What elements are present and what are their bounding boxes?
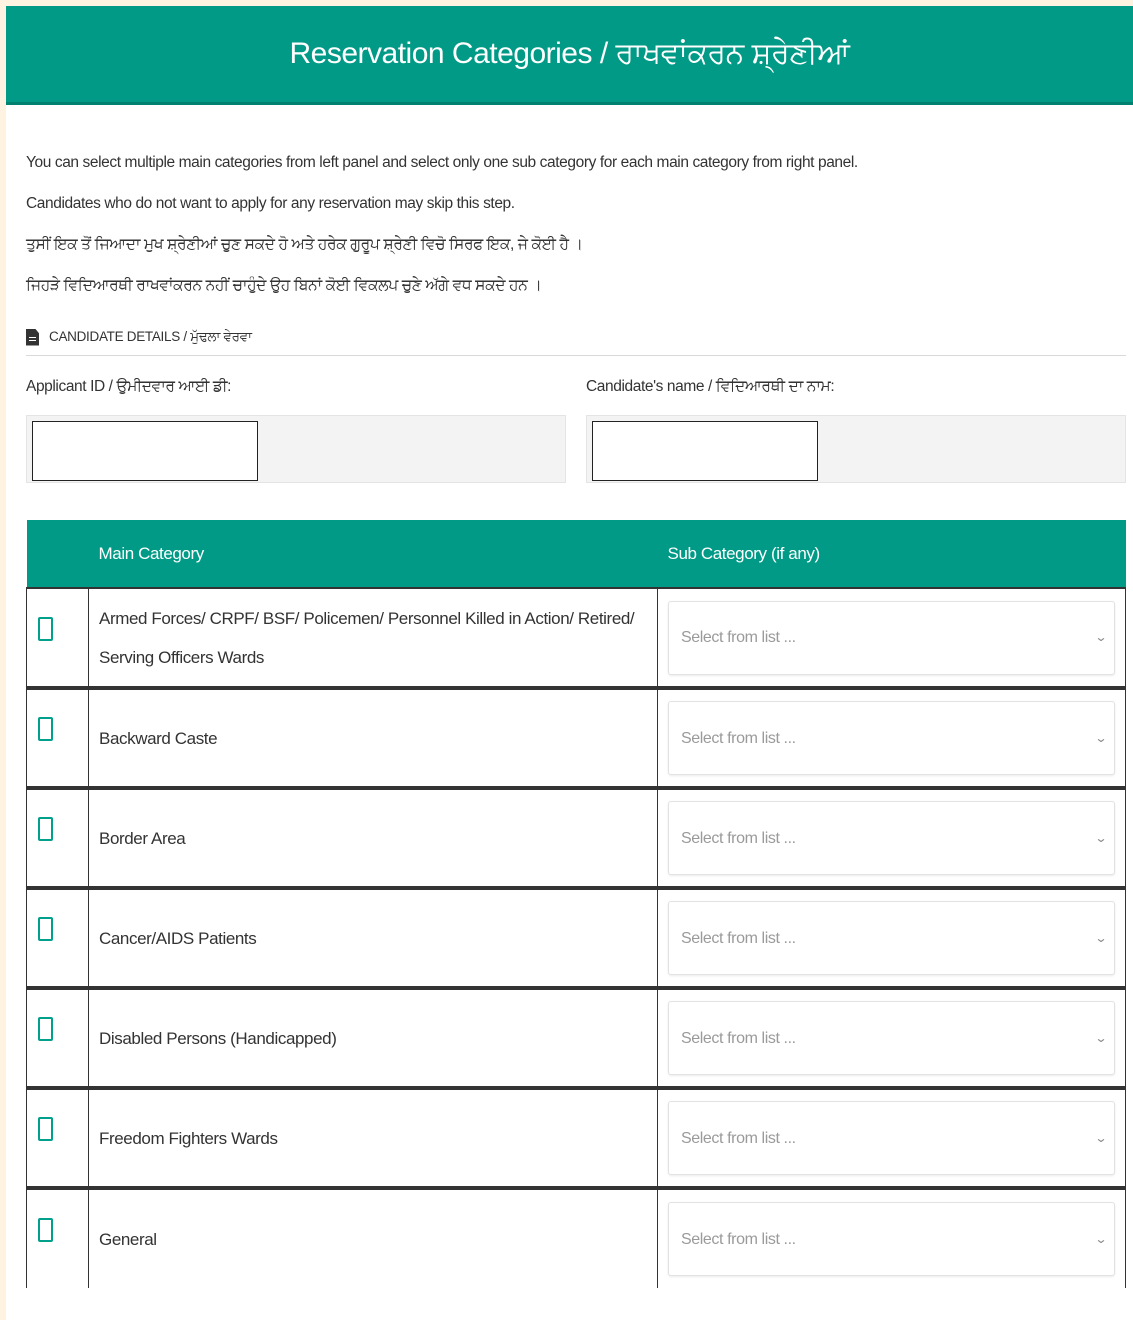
sub-category-cell: Select from list ... ⌄ [657, 988, 1126, 1088]
document-icon [26, 328, 39, 346]
page-title: Reservation Categories / ਰਾਖਵਾਂਕਰਨ ਸ਼੍ਰੇ… [289, 37, 850, 70]
candidate-name-group: Candidate's name / ਵਿਦਿਆਰਥੀ ਦਾ ਨਾਮ: [586, 378, 1126, 483]
table-row: Freedom Fighters Wards Select from list .… [26, 1088, 1126, 1188]
checkbox-cell [26, 588, 89, 688]
applicant-id-group: Applicant ID / ਉਮੀਦਵਾਰ ਆਈ ਡੀ: [26, 378, 566, 483]
category-table: Main Category Sub Category (if any) Arme… [26, 520, 1126, 1288]
main-category-label: Freedom Fighters Wards [88, 1088, 658, 1188]
select-placeholder: Select from list ... [681, 929, 796, 947]
table-row: Armed Forces/ CRPF/ BSF/ Policemen/ Pers… [26, 588, 1126, 688]
sub-category-select[interactable]: Select from list ... ⌄ [668, 901, 1115, 975]
category-checkbox[interactable] [38, 616, 53, 641]
sub-category-select[interactable]: Select from list ... ⌄ [668, 701, 1115, 775]
table-header-row: Main Category Sub Category (if any) [26, 520, 1126, 588]
chevron-down-icon: ⌄ [1094, 730, 1108, 745]
candidate-fields: Applicant ID / ਉਮੀਦਵਾਰ ਆਈ ਡੀ: Candidate'… [26, 378, 1126, 483]
instruction-line-4: ਜਿਹੜੇ ਵਿਦਿਆਰਥੀ ਰਾਖਵਾਂਕਰਨ ਨਹੀਂ ਚਾਹੁੰਦੇ ਉਹ… [26, 277, 542, 294]
chevron-down-icon: ⌄ [1094, 1130, 1108, 1145]
sub-category-cell: Select from list ... ⌄ [657, 888, 1126, 988]
select-placeholder: Select from list ... [681, 629, 796, 646]
candidate-details-title: CANDIDATE DETAILS / ਮੁੱਢਲਾ ਵੇਰਵਾ [49, 329, 252, 344]
table-row: Border Area Select from list ... ⌄ [26, 788, 1126, 888]
table-row: Backward Caste Select from list ... ⌄ [26, 688, 1126, 788]
checkbox-cell [26, 788, 89, 888]
select-placeholder: Select from list ... [681, 829, 796, 847]
main-category-label: Backward Caste [88, 688, 658, 788]
checkbox-cell [26, 888, 89, 988]
candidate-name-input[interactable] [592, 421, 818, 481]
reservation-panel: Reservation Categories / ਰਾਖਵਾਂਕਰਨ ਸ਼੍ਰੇ… [6, 6, 1133, 1320]
instructions: You can select multiple main categories … [26, 149, 1133, 313]
category-checkbox[interactable] [38, 1218, 53, 1242]
instruction-line-2: Candidates who do not want to apply for … [26, 195, 515, 212]
chevron-down-icon: ⌄ [1094, 1231, 1108, 1246]
instruction-line-3: ਤੁਸੀਂ ਇਕ ਤੋਂ ਜਿਆਦਾ ਮੁਖ ਸ਼੍ਰੇਣੀਆਂ ਚੁਣ ਸਕਦ… [26, 236, 583, 253]
category-checkbox[interactable] [38, 817, 53, 841]
table-row: Cancer/AIDS Patients Select from list ...… [26, 888, 1126, 988]
page-header: Reservation Categories / ਰਾਖਵਾਂਕਰਨ ਸ਼੍ਰੇ… [6, 6, 1133, 105]
main-category-label: Cancer/AIDS Patients [88, 888, 658, 988]
main-category-label: Border Area [88, 788, 658, 888]
applicant-id-input[interactable] [32, 421, 258, 481]
category-rows: Armed Forces/ CRPF/ BSF/ Policemen/ Pers… [26, 588, 1126, 1288]
sub-category-cell: Select from list ... ⌄ [657, 688, 1126, 788]
applicant-id-label: Applicant ID / ਉਮੀਦਵਾਰ ਆਈ ਡੀ: [26, 378, 232, 395]
candidate-details-heading: CANDIDATE DETAILS / ਮੁੱਢਲਾ ਵੇਰਵਾ [26, 319, 1126, 356]
sub-category-cell: Select from list ... ⌄ [657, 1088, 1126, 1188]
main-category-label: Armed Forces/ CRPF/ BSF/ Policemen/ Pers… [88, 588, 658, 688]
candidate-name-box [586, 415, 1126, 483]
checkbox-cell [26, 1188, 89, 1288]
main-category-label: General [88, 1188, 658, 1288]
select-placeholder: Select from list ... [681, 1230, 796, 1248]
select-placeholder: Select from list ... [681, 1129, 796, 1147]
table-row: General Select from list ... ⌄ [26, 1188, 1126, 1288]
sub-category-select[interactable]: Select from list ... ⌄ [668, 801, 1115, 875]
category-checkbox[interactable] [38, 717, 53, 741]
content: You can select multiple main categories … [6, 149, 1133, 1288]
category-checkbox[interactable] [38, 1017, 53, 1041]
sub-category-cell: Select from list ... ⌄ [657, 788, 1126, 888]
select-placeholder: Select from list ... [681, 1029, 796, 1047]
sub-category-select[interactable]: Select from list ... ⌄ [668, 600, 1115, 675]
checkbox-column-header [27, 520, 89, 588]
checkbox-cell [26, 688, 89, 788]
category-checkbox[interactable] [38, 1117, 53, 1141]
checkbox-cell [26, 988, 89, 1088]
select-placeholder: Select from list ... [681, 729, 796, 747]
sub-category-header: Sub Category (if any) [667, 543, 821, 563]
category-checkbox[interactable] [38, 917, 53, 941]
chevron-down-icon: ⌄ [1094, 630, 1108, 644]
candidate-name-label: Candidate's name / ਵਿਦਿਆਰਥੀ ਦਾ ਨਾਮ: [586, 378, 835, 395]
applicant-id-box [26, 415, 566, 483]
sub-category-select[interactable]: Select from list ... ⌄ [668, 1101, 1115, 1175]
main-category-label: Disabled Persons (Handicapped) [88, 988, 658, 1088]
sub-category-select[interactable]: Select from list ... ⌄ [668, 1001, 1115, 1075]
sub-category-select[interactable]: Select from list ... ⌄ [668, 1202, 1115, 1276]
main-category-header: Main Category [98, 543, 205, 563]
table-row: Disabled Persons (Handicapped) Select fro… [26, 988, 1126, 1088]
chevron-down-icon: ⌄ [1094, 830, 1108, 845]
sub-category-cell: Select from list ... ⌄ [657, 1188, 1126, 1288]
sub-category-cell: Select from list ... ⌄ [657, 588, 1126, 688]
chevron-down-icon: ⌄ [1094, 1030, 1108, 1045]
checkbox-cell [26, 1088, 89, 1188]
chevron-down-icon: ⌄ [1094, 930, 1108, 945]
instruction-line-1: You can select multiple main categories … [26, 154, 858, 171]
